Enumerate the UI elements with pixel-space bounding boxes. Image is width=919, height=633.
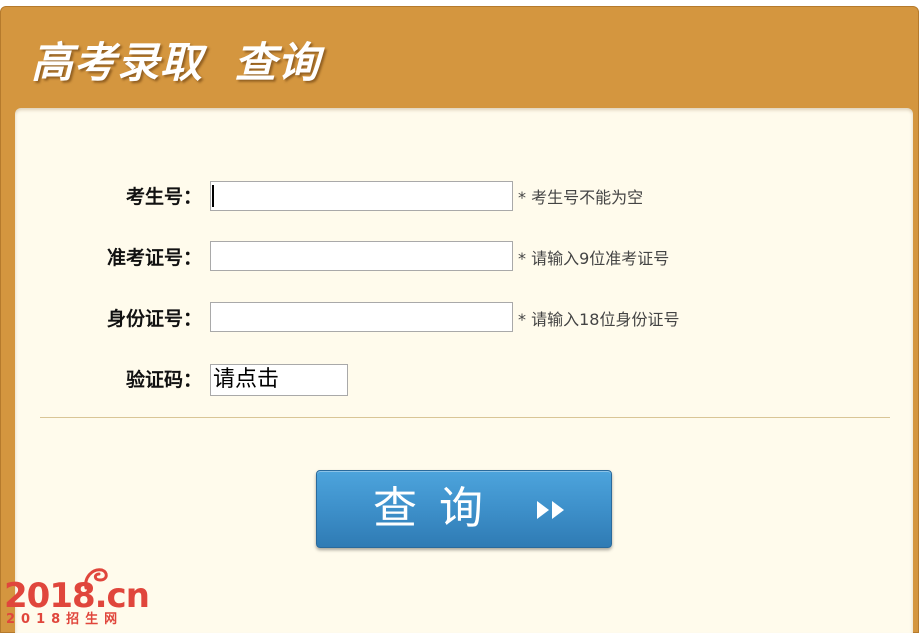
exam-number-label: 考生号： <box>125 186 202 208</box>
id-number-label: 身份证号： <box>106 308 202 330</box>
query-button-label: 查询 <box>373 483 505 534</box>
captcha-button[interactable]: 请点击 <box>210 364 348 396</box>
admission-ticket-input[interactable] <box>210 241 513 271</box>
query-button[interactable]: 查询 <box>316 470 612 548</box>
logo-sub-text: 2018招生网 <box>6 612 124 627</box>
admission-ticket-label: 准考证号： <box>106 247 202 269</box>
double-arrow-right-icon <box>537 501 564 519</box>
id-number-input[interactable] <box>210 302 513 332</box>
divider <box>40 417 890 418</box>
id-number-hint: * 请输入18位身份证号 <box>518 310 680 329</box>
id-number-label-wrap: 身份证号： <box>40 303 202 335</box>
site-logo: 2018.cn 2018招生网 <box>4 566 154 630</box>
captcha-label-wrap: 验证码： <box>40 364 202 396</box>
admission-ticket-hint: * 请输入9位准考证号 <box>518 249 670 268</box>
page-title: 高考录取 查询 <box>31 38 321 87</box>
admission-ticket-label-wrap: 准考证号： <box>40 242 202 274</box>
text-caret <box>212 185 214 207</box>
exam-number-hint: * 考生号不能为空 <box>518 188 644 207</box>
exam-number-input[interactable] <box>210 181 513 211</box>
logo-main-text: 2018.cn <box>4 576 150 616</box>
captcha-label: 验证码： <box>125 369 202 391</box>
exam-number-label-wrap: 考生号： <box>40 181 202 213</box>
